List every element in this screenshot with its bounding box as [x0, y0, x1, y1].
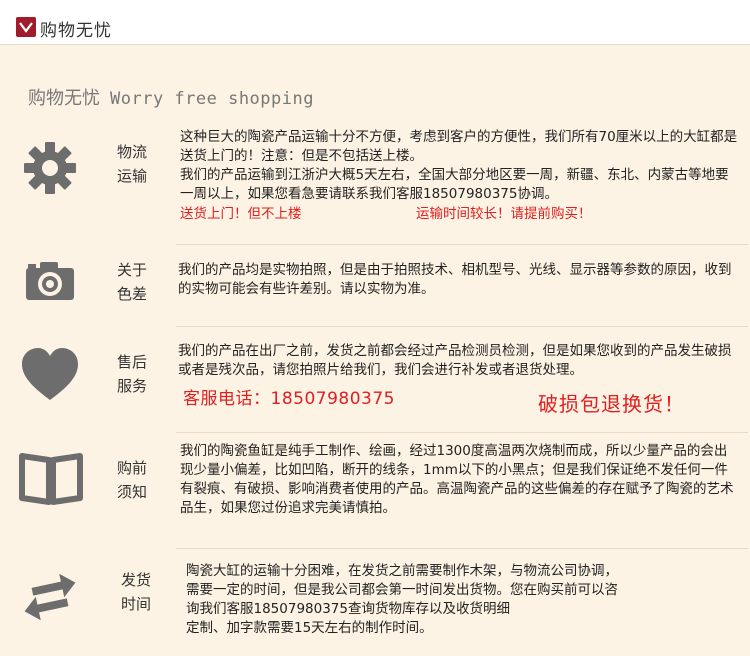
section-shipping-time: 发货 时间 陶瓷大缸的运输十分困难，在发货之前需要制作木架，与物流公司协调， 需要…: [0, 552, 750, 652]
section-label: 物流 运输: [116, 143, 147, 185]
section-before-purchase: 购前 须知 我们的陶瓷鱼缸是纯手工制作、绘画，经过1300度高温两次烧制而成，所以…: [0, 436, 750, 536]
gear-icon: [24, 142, 76, 194]
divider: [176, 326, 748, 327]
logo-check-icon: [16, 17, 36, 37]
section-text: 这种巨大的陶瓷产品运输十分不方便，考虑到客户的方便性，我们所有70厘米以上的大缸…: [180, 128, 740, 224]
section-text: 我们的陶瓷鱼缸是纯手工制作、绘画，经过1300度高温两次烧制而成，所以少量产品的…: [180, 442, 740, 518]
camera-icon: [26, 262, 74, 300]
section-label: 关于 色差: [116, 261, 147, 303]
section-after-sales: 售后 服务 我们的产品在出厂之前，发货之前都会经过产品检测员检测，但是如果您收到的…: [0, 330, 750, 430]
brand-title: 购物无忧: [40, 21, 112, 41]
heart-icon: [22, 348, 78, 400]
service-phone: 客服电话：18507980375: [183, 389, 395, 409]
divider: [176, 548, 748, 549]
top-bar: 购物无忧: [0, 0, 750, 45]
paragraph: 我们的产品均是实物拍照，但是由于拍照技术、相机型号、光线、显示器等参数的原因，收…: [178, 262, 732, 297]
page-title: 购物无忧 Worry free shopping: [28, 84, 314, 110]
divider: [176, 432, 748, 433]
page-title-en: Worry free shopping: [110, 89, 314, 109]
section-color-difference: 关于 色差 我们的产品均是实物拍照，但是由于拍照技术、相机型号、光线、显示器等参数…: [0, 248, 750, 324]
paragraph: 我们的产品在出厂之前，发货之前都会经过产品检测员检测，但是如果您收到的产品发生破…: [178, 343, 732, 378]
section-text: 我们的产品在出厂之前，发货之前都会经过产品检测员检测，但是如果您收到的产品发生破…: [178, 342, 738, 380]
paragraph: 我们的陶瓷鱼缸是纯手工制作、绘画，经过1300度高温两次烧制而成，所以少量产品的…: [180, 443, 734, 516]
section-label: 售后 服务: [116, 353, 147, 395]
section-text: 我们的产品均是实物拍照，但是由于拍照技术、相机型号、光线、显示器等参数的原因，收…: [178, 261, 738, 299]
paragraph: 询我们客服18507980375查询货物库存以及收货明细: [186, 601, 510, 617]
paragraph: 需要一定的时间，但是我公司都会第一时间发出货物。您在购买前可以咨: [186, 582, 618, 598]
paragraph: 陶瓷大缸的运输十分困难，在发货之前需要制作木架，与物流公司协调，: [186, 563, 618, 579]
book-icon: [19, 453, 83, 505]
section-label: 购前 须知: [116, 459, 147, 501]
paragraph: 这种巨大的陶瓷产品运输十分不方便，考虑到客户的方便性，我们所有70厘米以上的大缸…: [180, 129, 738, 164]
delivery-note: 送货上门！但不上楼: [180, 206, 302, 222]
paragraph: 我们的产品运输到江浙沪大概5天左右，全国大部分地区要一周，新疆、东北、内蒙古等地…: [180, 167, 729, 202]
section-text: 陶瓷大缸的运输十分困难，在发货之前需要制作木架，与物流公司协调， 需要一定的时间…: [186, 562, 746, 638]
page-title-zh: 购物无忧: [28, 88, 100, 109]
exchange-arrows-icon: [24, 573, 76, 621]
section-label: 发货 时间: [120, 571, 151, 613]
transport-note: 运输时间较长！请提前购买！: [416, 206, 592, 222]
divider: [176, 244, 748, 245]
section-logistics: 物流 运输 这种巨大的陶瓷产品运输十分不方便，考虑到客户的方便性，我们所有70厘米…: [0, 124, 750, 236]
damage-return-note: 破损包退换货！: [538, 392, 685, 416]
paragraph: 定制、加字款需要15天左右的制作时间。: [186, 620, 433, 636]
